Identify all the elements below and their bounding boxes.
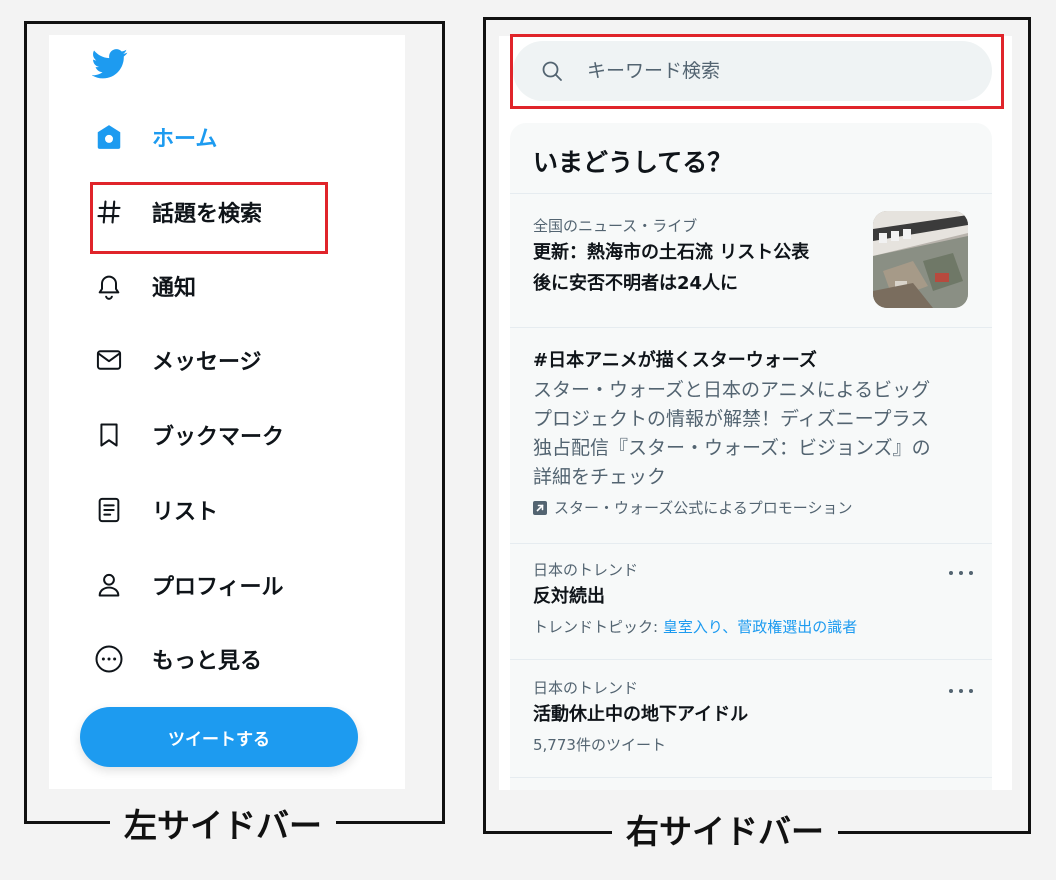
trend-headline: 活動休止中の地下アイドル: [533, 704, 749, 725]
envelope-icon: [93, 344, 125, 376]
right-sidebar-caption: 右サイドバー: [612, 812, 838, 852]
promoted-arrow-icon: [533, 501, 547, 515]
trend-desc-line: プロジェクトの情報が解禁！ディズニープラス: [533, 408, 930, 430]
list-document-icon: [93, 494, 125, 526]
nav-item-profile[interactable]: プロフィール: [93, 565, 284, 605]
bookmark-icon: [93, 419, 125, 451]
trend-meta: 日本のトレンド: [533, 679, 639, 697]
nav-label-more: もっと見る: [152, 649, 263, 674]
home-icon: [93, 121, 125, 153]
right-sidebar: いまどうしてる？ 全国のニュース・ライブ 更新：熱海市の土石流 リスト公表 後に…: [499, 34, 1012, 790]
nav-label-messages: メッセージ: [152, 350, 262, 375]
explore-highlight-box: [90, 182, 328, 254]
search-highlight-box: [510, 34, 1004, 109]
nav-label-lists: リスト: [152, 500, 219, 525]
nav-label-profile: プロフィール: [152, 575, 284, 600]
trends-title: いまどうしてる？: [533, 148, 733, 177]
bell-icon: [93, 270, 125, 302]
person-icon: [93, 569, 125, 601]
trend-desc-line: スター・ウォーズと日本のアニメによるビッグ: [533, 379, 931, 401]
trend-desc-line: 詳細をチェック: [533, 466, 667, 488]
more-horizontal-icon[interactable]: [949, 683, 973, 699]
trend-topic-link[interactable]: 皇室入り、菅政権選出の識者: [663, 618, 857, 636]
nav-item-more[interactable]: もっと見る: [93, 639, 262, 679]
divider: [510, 659, 992, 660]
nav-item-messages[interactable]: メッセージ: [93, 340, 262, 380]
trend-promo: スター・ウォーズ公式によるプロモーション: [533, 497, 973, 519]
trends-card: いまどうしてる？ 全国のニュース・ライブ 更新：熱海市の土石流 リスト公表 後に…: [510, 123, 992, 790]
nav-label-notifications: 通知: [152, 276, 197, 301]
trend-sub: 5,773件のツイート: [533, 736, 666, 754]
trend-news[interactable]: 全国のニュース・ライブ 更新：熱海市の土石流 リスト公表 後に安否不明者は24人…: [533, 215, 863, 299]
nav-item-home[interactable]: ホーム: [93, 117, 217, 157]
tweet-button[interactable]: ツイートする: [80, 707, 358, 767]
trend-item[interactable]: 日本のトレンド 反対続出 トレンドトピック: 皇室入り、菅政権選出の識者: [533, 559, 973, 639]
trend-meta: 日本のトレンド: [533, 561, 639, 579]
trend-desc-line: 独占配信『スター・ウォーズ：ビジョンズ』の: [533, 437, 931, 459]
nav-label-home: ホーム: [152, 127, 218, 152]
news-thumbnail-image[interactable]: [873, 211, 968, 308]
divider: [510, 543, 992, 544]
nav-item-lists[interactable]: リスト: [93, 490, 218, 530]
more-circle-icon: [93, 643, 125, 675]
nav-item-bookmarks[interactable]: ブックマーク: [93, 415, 284, 455]
left-sidebar: ホーム 話題を検索 通知 メッセージ ブックマーク リスト プロフィール もっと…: [49, 35, 405, 789]
trend-sub-prefix: トレンドトピック:: [533, 618, 663, 636]
more-horizontal-icon[interactable]: [949, 565, 973, 581]
divider: [510, 777, 992, 778]
trend-headline: 更新：熱海市の土石流 リスト公表: [533, 242, 810, 263]
trend-item[interactable]: 日本のトレンド 活動休止中の地下アイドル 5,773件のツイート: [533, 677, 973, 757]
nav-item-notifications[interactable]: 通知: [93, 266, 196, 306]
trend-sub: トレンドトピック: 皇室入り、菅政権選出の識者: [533, 615, 973, 639]
left-sidebar-caption: 左サイドバー: [110, 806, 336, 846]
trend-promo-label: スター・ウォーズ公式によるプロモーション: [554, 499, 853, 517]
trend-headline: 反対続出: [533, 586, 605, 607]
nav-label-bookmarks: ブックマーク: [152, 425, 285, 450]
divider: [510, 193, 992, 194]
trend-promoted[interactable]: #日本アニメが描くスターウォーズ スター・ウォーズと日本のアニメによるビッグ プ…: [533, 345, 973, 519]
divider: [510, 327, 992, 328]
trend-meta: 全国のニュース・ライブ: [533, 217, 698, 235]
trend-headline: 後に安否不明者は24人に: [533, 273, 739, 294]
trend-headline: #日本アニメが描くスターウォーズ: [533, 350, 817, 371]
twitter-bird-icon[interactable]: [91, 49, 128, 79]
